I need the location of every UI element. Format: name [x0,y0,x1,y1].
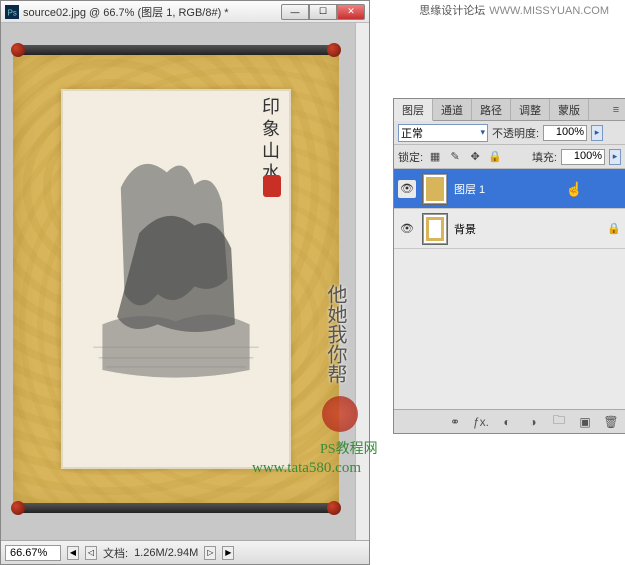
watermark-url: www.tata580.com [252,460,361,477]
lock-icon: 🔒 [607,222,621,235]
fill-label: 填充: [532,149,557,165]
layer-row[interactable]: 👁 背景 🔒 [394,209,625,249]
layer-group-icon[interactable]: 🗀 [551,414,567,430]
lock-all-icon[interactable]: 🔒 [487,149,503,165]
lock-transparency-icon[interactable]: ▦ [427,149,443,165]
layers-panel: 图层 通道 路径 调整 蒙版 ≡ 正常▾ 不透明度: 100% ▸ 锁定: ▦ … [393,98,625,434]
opacity-field[interactable]: 100% [543,125,587,141]
layer-thumbnail[interactable] [422,213,448,245]
opacity-label: 不透明度: [492,125,539,141]
svg-text:Ps: Ps [8,8,17,17]
nav-next-icon[interactable]: ▷ [204,546,216,560]
fill-flyout-icon[interactable]: ▸ [609,149,621,165]
blend-row: 正常▾ 不透明度: 100% ▸ [394,121,625,145]
scroll-artwork: 印象山水 [13,31,339,527]
link-layers-icon[interactable]: ⚭ [447,414,463,430]
adjustment-layer-icon[interactable]: ◑ [525,414,541,430]
opacity-flyout-icon[interactable]: ▸ [591,125,603,141]
document-title: source02.jpg @ 66.7% (图层 1, RGB/8#) * [23,4,277,20]
ps-doc-icon: Ps [5,5,19,19]
doc-info-label: 文档: [103,545,128,561]
layers-list: 👁 图层 1 ☝ 👁 背景 🔒 [394,169,625,409]
panel-footer: ⚭ ƒx. ◐ ◑ 🗀 ▣ 🗑 [394,409,625,433]
layer-name[interactable]: 背景 [454,221,601,237]
layer-mask-icon[interactable]: ◐ [499,414,515,430]
watermark-stamp [322,396,358,432]
tab-channels[interactable]: 通道 [433,99,472,120]
watermark-vertical: 他她我你帮 [324,284,346,384]
layer-thumbnail[interactable] [422,173,448,205]
lock-label: 锁定: [398,149,423,165]
new-layer-icon[interactable]: ▣ [577,414,593,430]
status-bar: 66.67% ◀ ◁ 文档: 1.26M/2.94M ▷ ▶ [1,540,369,564]
watermark-site-name: PS教程网 [320,438,378,458]
visibility-toggle-icon[interactable]: 👁 [398,180,416,198]
maximize-button[interactable]: ☐ [309,4,337,20]
document-titlebar: Ps source02.jpg @ 66.7% (图层 1, RGB/8#) *… [1,1,369,23]
nav-prev-icon[interactable]: ◁ [85,546,97,560]
visibility-toggle-icon[interactable]: 👁 [398,220,416,238]
minimize-button[interactable]: — [281,4,309,20]
panel-menu-icon[interactable]: ≡ [607,99,625,120]
tab-layers[interactable]: 图层 [394,99,433,121]
nav-last-icon[interactable]: ▶ [222,546,234,560]
watermark-forum: 思缘设计论坛WWW.MISSYUAN.COM [419,2,609,18]
nav-first-icon[interactable]: ◀ [67,546,79,560]
lock-position-icon[interactable]: ✥ [467,149,483,165]
tab-paths[interactable]: 路径 [472,99,511,120]
layer-name[interactable]: 图层 1 [454,181,621,197]
layer-row[interactable]: 👁 图层 1 ☝ [394,169,625,209]
blend-mode-select[interactable]: 正常▾ [398,124,488,142]
delete-layer-icon[interactable]: 🗑 [603,414,619,430]
close-button[interactable]: ✕ [337,4,365,20]
tab-masks[interactable]: 蒙版 [550,99,589,120]
document-window: Ps source02.jpg @ 66.7% (图层 1, RGB/8#) *… [0,0,370,565]
lock-row: 锁定: ▦ ✎ ✥ 🔒 填充: 100% ▸ [394,145,625,169]
doc-info: 1.26M/2.94M [134,547,198,559]
lock-pixels-icon[interactable]: ✎ [447,149,463,165]
tab-adjustments[interactable]: 调整 [511,99,550,120]
zoom-field[interactable]: 66.67% [5,545,61,561]
fill-field[interactable]: 100% [561,149,605,165]
layer-fx-icon[interactable]: ƒx. [473,414,489,430]
panel-tabs: 图层 通道 路径 调整 蒙版 ≡ [394,99,625,121]
window-buttons: — ☐ ✕ [281,4,365,20]
